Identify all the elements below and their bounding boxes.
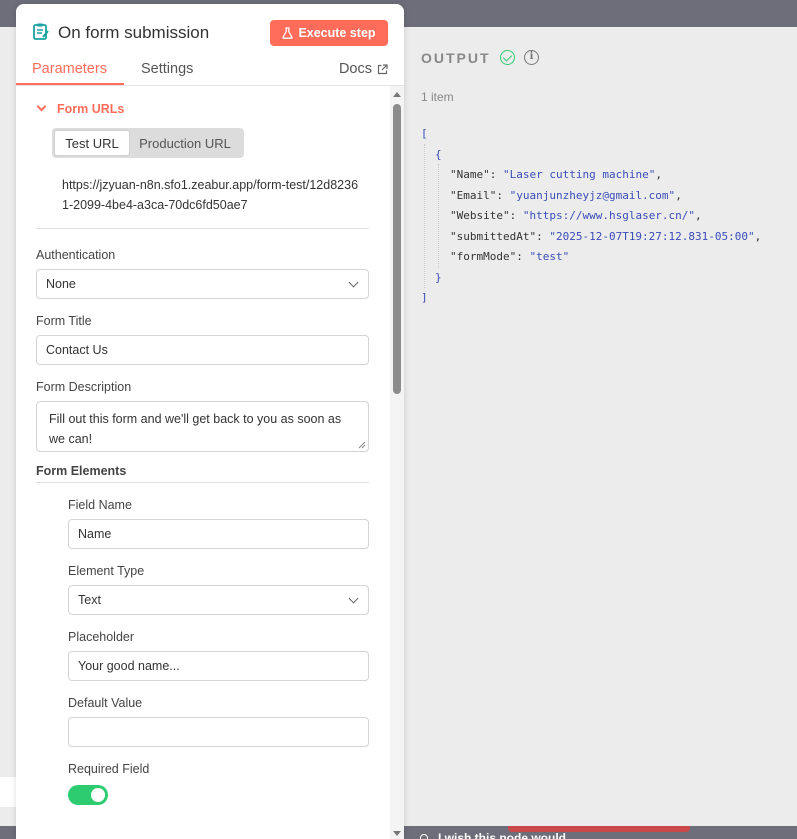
- field-name-input[interactable]: Name: [68, 519, 369, 549]
- chevron-down-icon: [348, 593, 359, 603]
- panel-scrollbar[interactable]: [390, 86, 404, 839]
- output-json: [ { "Name": "Laser cutting machine", "Em…: [421, 124, 761, 309]
- json-field-row: "Website": "https://www.hsglaser.cn/",: [450, 209, 702, 222]
- json-indent-guide: [438, 164, 439, 268]
- json-key: "formMode": [450, 250, 517, 263]
- form-description-textarea[interactable]: Fill out this form and we'll get back to…: [36, 401, 369, 452]
- chevron-down-icon: [36, 101, 47, 112]
- json-field-row: "Email": "yuanjunzheyjz@gmail.com",: [450, 188, 682, 202]
- form-elements-divider: [36, 482, 369, 483]
- json-value: "yuanjunzheyjz@gmail.com": [509, 188, 676, 202]
- form-url-text[interactable]: https://jzyuan-n8n.sfo1.zeabur.app/form-…: [62, 175, 362, 215]
- placeholder-label: Placeholder: [68, 630, 135, 644]
- json-value: "test": [529, 250, 570, 263]
- feedback-hint[interactable]: I wish this node would...: [420, 831, 576, 839]
- tab-settings[interactable]: Settings: [141, 61, 193, 77]
- canvas-left-strip: [0, 27, 16, 826]
- form-elements-label: Form Elements: [36, 464, 127, 478]
- json-key: "Email": [450, 188, 497, 202]
- required-field-label: Required Field: [68, 762, 150, 776]
- element-type-value: Text: [78, 593, 101, 607]
- authentication-value: None: [46, 277, 76, 291]
- json-value: "Laser cutting machine": [503, 168, 656, 181]
- json-field-row: "formMode": "test": [450, 250, 570, 263]
- default-value-label: Default Value: [68, 696, 143, 710]
- form-node-icon: [33, 23, 49, 40]
- json-key: "Website": [450, 209, 510, 222]
- production-url-tab[interactable]: Production URL: [130, 130, 240, 156]
- execute-step-label: Execute step: [298, 26, 376, 40]
- flask-icon: [282, 27, 294, 39]
- element-type-label: Element Type: [68, 564, 145, 578]
- json-key: "Name": [450, 168, 490, 181]
- resize-handle-icon[interactable]: [358, 441, 366, 449]
- output-title: OUTPUT: [421, 50, 491, 66]
- element-type-select[interactable]: Text: [68, 585, 369, 615]
- authentication-label: Authentication: [36, 248, 116, 262]
- form-description-label: Form Description: [36, 380, 132, 394]
- form-urls-label: Form URLs: [57, 102, 125, 116]
- panel-header: On form submission Execute step Paramete…: [16, 4, 404, 86]
- form-description-value: Fill out this form and we'll get back to…: [49, 412, 342, 446]
- chevron-down-icon: [348, 277, 359, 287]
- success-check-icon: [500, 50, 515, 65]
- node-settings-panel: On form submission Execute step Paramete…: [16, 4, 404, 839]
- output-item-count: 1 item: [421, 90, 454, 104]
- form-title-label: Form Title: [36, 314, 92, 328]
- scroll-up-icon[interactable]: [393, 92, 401, 97]
- scrollbar-thumb[interactable]: [393, 104, 401, 394]
- canvas-gap: [0, 777, 16, 807]
- json-indent-guide: [424, 144, 425, 288]
- json-close-brace: }: [435, 270, 442, 284]
- scroll-down-icon[interactable]: [393, 831, 401, 836]
- docs-link[interactable]: Docs: [339, 61, 388, 77]
- form-title-input[interactable]: Contact Us: [36, 335, 369, 365]
- tab-parameters[interactable]: Parameters: [32, 61, 107, 77]
- placeholder-input[interactable]: Your good name...: [68, 651, 369, 681]
- node-title: On form submission: [58, 23, 210, 42]
- field-name-label: Field Name: [68, 498, 132, 512]
- test-url-tab[interactable]: Test URL: [54, 130, 130, 156]
- toggle-knob: [91, 788, 105, 802]
- json-open-bracket: [: [421, 127, 428, 140]
- docs-label: Docs: [338, 61, 372, 77]
- json-value: "https://www.hsglaser.cn/": [522, 209, 696, 222]
- default-value-input[interactable]: [68, 717, 369, 747]
- form-title-value: Contact Us: [46, 343, 108, 357]
- url-mode-switch: Test URL Production URL: [52, 128, 244, 158]
- json-value: "2025-12-07T19:27:12.831-05:00": [549, 229, 755, 243]
- json-close-bracket: ]: [421, 291, 428, 304]
- parameters-content: Form URLs Test URL Production URL https:…: [16, 86, 390, 839]
- placeholder-value: Your good name...: [78, 659, 180, 673]
- feedback-hint-label: I wish this node would...: [438, 831, 576, 839]
- json-key: "submittedAt": [450, 229, 537, 243]
- authentication-select[interactable]: None: [36, 269, 369, 299]
- json-field-row: "Name": "Laser cutting machine",: [450, 168, 662, 181]
- form-urls-toggle[interactable]: Form URLs: [36, 101, 125, 116]
- lightbulb-icon: [420, 834, 428, 839]
- execute-step-button[interactable]: Execute step: [270, 20, 388, 46]
- required-field-toggle[interactable]: [68, 785, 108, 805]
- external-link-icon: [377, 63, 388, 74]
- field-name-value: Name: [78, 527, 112, 541]
- json-field-row: "submittedAt": "2025-12-07T19:27:12.831-…: [450, 229, 762, 243]
- json-open-brace: {: [435, 147, 442, 161]
- section-divider: [36, 228, 369, 229]
- info-icon[interactable]: i: [524, 50, 539, 65]
